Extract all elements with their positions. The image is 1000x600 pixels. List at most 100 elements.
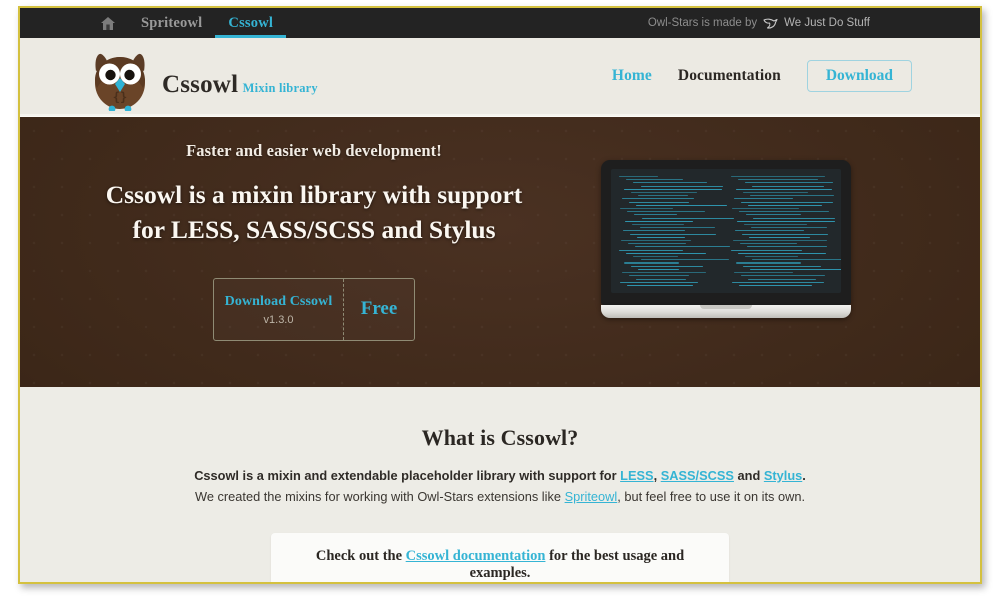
content-section: What is Cssowl? Cssowl is a mixin and ex… [20, 387, 980, 584]
code-line [619, 250, 683, 251]
intro-1-text-a: Cssowl is a mixin and extendable placeho… [194, 468, 620, 483]
brand-name: Cssowl [162, 71, 238, 98]
code-line [738, 253, 826, 254]
link-cssowl-documentation[interactable]: Cssowl documentation [406, 548, 546, 564]
code-line [633, 182, 707, 183]
code-line [731, 250, 803, 251]
nav-item-documentation[interactable]: Documentation [678, 67, 781, 85]
code-line [739, 211, 829, 212]
code-line [628, 243, 685, 244]
laptop-screen [611, 169, 841, 293]
code-line [622, 198, 694, 199]
hero-version-label: v1.3.0 [264, 314, 294, 326]
top-tab-spriteowl-label: Spriteowl [141, 15, 202, 32]
top-utility-bar: Spriteowl Cssowl Owl-Stars is made by We… [20, 8, 980, 38]
page-title: What is Cssowl? [88, 425, 912, 451]
hero-kicker: Faster and easier web development! [88, 141, 540, 161]
intro-1-text-b: , [654, 468, 661, 483]
intro-2-text-a: We created the mixins for working with O… [195, 489, 565, 504]
credit-prefix-text: Owl-Stars is made by [648, 17, 757, 29]
code-line [750, 269, 841, 270]
hero-download-main: Download Cssowl v1.3.0 [214, 279, 344, 340]
brand-tagline: Mixin library [243, 81, 318, 95]
code-line [742, 234, 828, 235]
code-line [740, 243, 797, 244]
home-link[interactable] [88, 8, 128, 38]
code-line [622, 272, 706, 273]
code-line [630, 234, 716, 235]
code-line [750, 195, 834, 196]
code-line [638, 195, 687, 196]
code-line [737, 221, 835, 222]
intro-line-1: Cssowl is a mixin and extendable placeho… [88, 465, 912, 486]
code-line [632, 224, 683, 225]
code-line [743, 266, 821, 267]
code-line [734, 198, 793, 199]
code-line [733, 240, 827, 241]
code-line [744, 224, 808, 225]
laptop-base [601, 305, 851, 318]
hero-section: Faster and easier web development! Cssow… [20, 116, 980, 387]
link-less[interactable]: LESS [620, 468, 653, 483]
code-line [745, 182, 833, 183]
code-line [634, 214, 677, 215]
link-spriteowl[interactable]: Spriteowl [565, 489, 618, 504]
code-line [636, 279, 685, 280]
brand-logo-link[interactable]: {} Cssowl Mixin library [88, 49, 318, 103]
code-line [635, 246, 729, 247]
main-navigation: Home Documentation Download [612, 60, 912, 92]
download-button[interactable]: Download [807, 60, 912, 92]
code-line [641, 186, 723, 187]
hero-illustration [540, 117, 912, 318]
code-line [743, 192, 809, 193]
callout-text-a: Check out the [316, 548, 406, 564]
code-column-right [731, 176, 834, 286]
code-line [629, 275, 688, 276]
laptop-lid [601, 160, 851, 305]
code-line [641, 259, 729, 260]
link-sass-scss[interactable]: SASS/SCSS [661, 468, 734, 483]
laptop-code-icon [601, 160, 851, 318]
code-line [626, 253, 706, 254]
code-line [735, 230, 805, 231]
code-line [640, 227, 716, 228]
code-line [746, 214, 801, 215]
code-line [619, 176, 658, 177]
code-line [751, 227, 827, 228]
link-stylus[interactable]: Stylus [764, 468, 802, 483]
code-line [741, 275, 825, 276]
code-line [629, 202, 688, 203]
top-tab-cssowl-label: Cssowl [228, 15, 273, 32]
top-tab-cssowl[interactable]: Cssowl [215, 8, 286, 38]
owl-logo-icon: {} [88, 49, 152, 111]
code-line [732, 282, 824, 283]
code-line [745, 256, 798, 257]
code-line [739, 285, 813, 286]
code-line [642, 218, 734, 219]
intro-1-text-d: . [802, 468, 806, 483]
code-line [621, 240, 691, 241]
documentation-callout: Check out the Cssowl documentation for t… [271, 533, 729, 584]
code-column-left [619, 176, 722, 286]
nav-item-home[interactable]: Home [612, 67, 652, 85]
hero-download-button[interactable]: Download Cssowl v1.3.0 Free [213, 278, 415, 341]
top-tab-spriteowl[interactable]: Spriteowl [128, 8, 215, 38]
credit-company-name: We Just Do Stuff [784, 17, 870, 29]
code-line [631, 192, 697, 193]
code-line [734, 272, 793, 273]
code-line [753, 218, 835, 219]
code-line [624, 189, 721, 190]
code-line [623, 230, 685, 231]
hero-copy: Faster and easier web development! Cssow… [88, 117, 540, 341]
page-frame: Spriteowl Cssowl Owl-Stars is made by We… [18, 6, 982, 584]
code-line [624, 262, 679, 263]
code-line [748, 279, 816, 280]
topbar-credit: Owl-Stars is made by We Just Do Stuff [648, 8, 980, 38]
code-line [741, 202, 833, 203]
code-line [732, 208, 800, 209]
intro-line-2: We created the mixins for working with O… [88, 486, 912, 507]
code-line [627, 211, 705, 212]
hero-inner: Faster and easier web development! Cssow… [20, 117, 980, 387]
code-line [631, 266, 703, 267]
code-line [637, 237, 684, 238]
